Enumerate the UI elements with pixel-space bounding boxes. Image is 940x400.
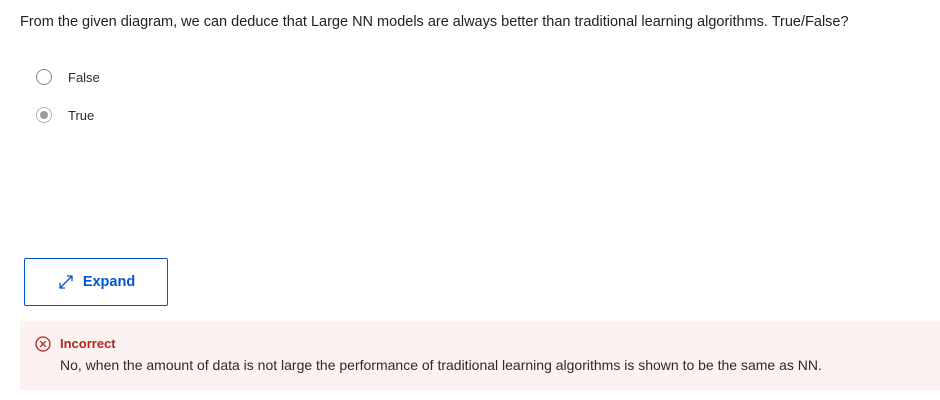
option-label-false: False	[68, 69, 100, 85]
expand-button-label: Expand	[82, 274, 136, 290]
feedback-status: Incorrect	[60, 336, 116, 351]
feedback-message: No, when the amount of data is not large…	[60, 357, 822, 373]
option-true[interactable]: True	[36, 104, 100, 126]
expand-arrows-icon	[57, 273, 75, 291]
expand-button[interactable]: Expand	[24, 258, 168, 306]
x-circle-icon	[35, 336, 51, 352]
radio-button-true[interactable]	[36, 107, 52, 123]
answer-options: False True	[36, 66, 100, 126]
radio-button-false[interactable]	[36, 69, 52, 85]
feedback-panel: Incorrect No, when the amount of data is…	[20, 321, 940, 390]
quiz-question-page: From the given diagram, we can deduce th…	[0, 0, 940, 400]
option-false[interactable]: False	[36, 66, 100, 88]
question-text: From the given diagram, we can deduce th…	[20, 14, 849, 30]
option-label-true: True	[68, 107, 95, 123]
